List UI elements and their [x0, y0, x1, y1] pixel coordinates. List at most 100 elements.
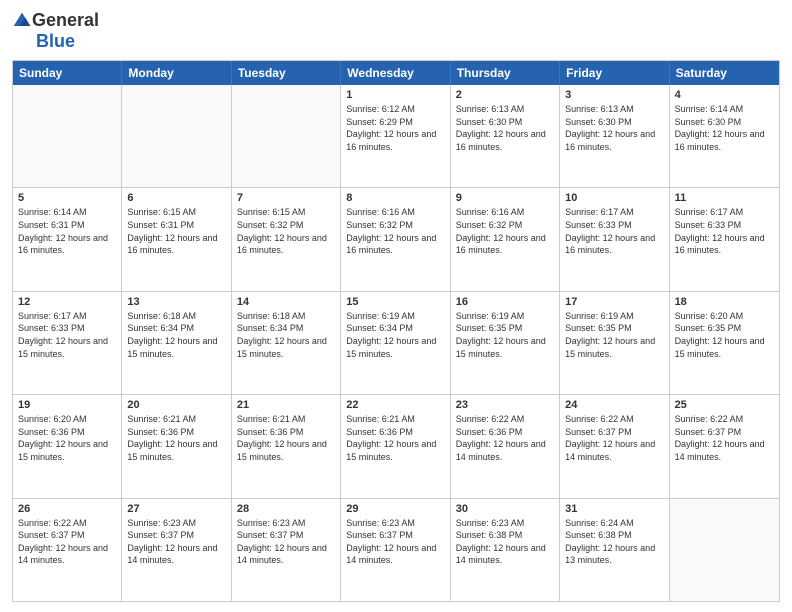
page: General Blue SundayMondayTuesdayWednesda… — [0, 0, 792, 612]
cal-week-5: 26 Sunrise: 6:22 AMSunset: 6:37 PMDayligh… — [13, 499, 779, 601]
day-info: Sunrise: 6:21 AMSunset: 6:36 PMDaylight:… — [346, 413, 444, 463]
cal-cell: 31 Sunrise: 6:24 AMSunset: 6:38 PMDayligh… — [560, 499, 669, 601]
cal-header-wednesday: Wednesday — [341, 61, 450, 85]
day-info: Sunrise: 6:13 AMSunset: 6:30 PMDaylight:… — [565, 103, 663, 153]
cal-header-tuesday: Tuesday — [232, 61, 341, 85]
day-info: Sunrise: 6:22 AMSunset: 6:36 PMDaylight:… — [456, 413, 554, 463]
day-info: Sunrise: 6:22 AMSunset: 6:37 PMDaylight:… — [18, 517, 116, 567]
cal-cell: 20Sunrise: 6:21 AMSunset: 6:36 PMDayligh… — [122, 395, 231, 497]
day-number: 11 — [675, 192, 774, 204]
day-info: Sunrise: 6:23 AMSunset: 6:37 PMDaylight:… — [127, 517, 225, 567]
day-number: 23 — [456, 399, 554, 411]
day-number: 30 — [456, 503, 554, 515]
cal-cell: 26 Sunrise: 6:22 AMSunset: 6:37 PMDayligh… — [13, 499, 122, 601]
day-info: Sunrise: 6:19 AMSunset: 6:35 PMDaylight:… — [456, 310, 554, 360]
cal-cell: 23 Sunrise: 6:22 AMSunset: 6:36 PMDayligh… — [451, 395, 560, 497]
day-number: 8 — [346, 192, 444, 204]
cal-cell: 22 Sunrise: 6:21 AMSunset: 6:36 PMDayligh… — [341, 395, 450, 497]
day-info: Sunrise: 6:19 AMSunset: 6:35 PMDaylight:… — [565, 310, 663, 360]
cal-cell: 1 Sunrise: 6:12 AMSunset: 6:29 PMDaylight… — [341, 85, 450, 187]
day-number: 1 — [346, 89, 444, 101]
day-number: 19 — [18, 399, 116, 411]
cal-cell: 4Sunrise: 6:14 AMSunset: 6:30 PMDaylight… — [670, 85, 779, 187]
day-info: Sunrise: 6:18 AMSunset: 6:34 PMDaylight:… — [237, 310, 335, 360]
day-info: Sunrise: 6:23 AMSunset: 6:37 PMDaylight:… — [346, 517, 444, 567]
cal-header-friday: Friday — [560, 61, 669, 85]
day-info: Sunrise: 6:22 AMSunset: 6:37 PMDaylight:… — [565, 413, 663, 463]
day-number: 29 — [346, 503, 444, 515]
day-info: Sunrise: 6:14 AMSunset: 6:31 PMDaylight:… — [18, 206, 116, 256]
cal-cell: 12 Sunrise: 6:17 AMSunset: 6:33 PMDayligh… — [13, 292, 122, 394]
cal-cell — [13, 85, 122, 187]
day-number: 16 — [456, 296, 554, 308]
day-number: 12 — [18, 296, 116, 308]
cal-cell: 7Sunrise: 6:15 AMSunset: 6:32 PMDaylight… — [232, 188, 341, 290]
cal-week-1: 1 Sunrise: 6:12 AMSunset: 6:29 PMDaylight… — [13, 85, 779, 188]
cal-cell — [232, 85, 341, 187]
cal-header-thursday: Thursday — [451, 61, 560, 85]
logo-general: General — [32, 10, 99, 31]
day-info: Sunrise: 6:16 AMSunset: 6:32 PMDaylight:… — [346, 206, 444, 256]
cal-cell: 2 Sunrise: 6:13 AMSunset: 6:30 PMDaylight… — [451, 85, 560, 187]
day-number: 13 — [127, 296, 225, 308]
day-info: Sunrise: 6:24 AMSunset: 6:38 PMDaylight:… — [565, 517, 663, 567]
day-info: Sunrise: 6:15 AMSunset: 6:31 PMDaylight:… — [127, 206, 225, 256]
day-number: 5 — [18, 192, 116, 204]
cal-cell: 15 Sunrise: 6:19 AMSunset: 6:34 PMDayligh… — [341, 292, 450, 394]
cal-cell: 29 Sunrise: 6:23 AMSunset: 6:37 PMDayligh… — [341, 499, 450, 601]
cal-cell: 13 Sunrise: 6:18 AMSunset: 6:34 PMDayligh… — [122, 292, 231, 394]
cal-cell: 6Sunrise: 6:15 AMSunset: 6:31 PMDaylight… — [122, 188, 231, 290]
day-number: 22 — [346, 399, 444, 411]
day-info: Sunrise: 6:21 AMSunset: 6:36 PMDaylight:… — [237, 413, 335, 463]
day-number: 2 — [456, 89, 554, 101]
day-number: 27 — [127, 503, 225, 515]
day-info: Sunrise: 6:13 AMSunset: 6:30 PMDaylight:… — [456, 103, 554, 153]
cal-week-3: 12 Sunrise: 6:17 AMSunset: 6:33 PMDayligh… — [13, 292, 779, 395]
day-info: Sunrise: 6:23 AMSunset: 6:38 PMDaylight:… — [456, 517, 554, 567]
header: General Blue — [12, 10, 780, 52]
cal-header-sunday: Sunday — [13, 61, 122, 85]
day-number: 26 — [18, 503, 116, 515]
day-number: 15 — [346, 296, 444, 308]
cal-cell: 30 Sunrise: 6:23 AMSunset: 6:38 PMDayligh… — [451, 499, 560, 601]
cal-cell: 18Sunrise: 6:20 AMSunset: 6:35 PMDayligh… — [670, 292, 779, 394]
cal-cell: 8 Sunrise: 6:16 AMSunset: 6:32 PMDaylight… — [341, 188, 450, 290]
day-info: Sunrise: 6:16 AMSunset: 6:32 PMDaylight:… — [456, 206, 554, 256]
day-info: Sunrise: 6:21 AMSunset: 6:36 PMDaylight:… — [127, 413, 225, 463]
day-info: Sunrise: 6:17 AMSunset: 6:33 PMDaylight:… — [18, 310, 116, 360]
day-info: Sunrise: 6:19 AMSunset: 6:34 PMDaylight:… — [346, 310, 444, 360]
day-info: Sunrise: 6:12 AMSunset: 6:29 PMDaylight:… — [346, 103, 444, 153]
day-info: Sunrise: 6:22 AMSunset: 6:37 PMDaylight:… — [675, 413, 774, 463]
cal-cell — [670, 499, 779, 601]
cal-week-2: 5 Sunrise: 6:14 AMSunset: 6:31 PMDaylight… — [13, 188, 779, 291]
day-number: 14 — [237, 296, 335, 308]
cal-header-monday: Monday — [122, 61, 231, 85]
day-info: Sunrise: 6:14 AMSunset: 6:30 PMDaylight:… — [675, 103, 774, 153]
cal-cell: 24Sunrise: 6:22 AMSunset: 6:37 PMDayligh… — [560, 395, 669, 497]
day-number: 28 — [237, 503, 335, 515]
cal-cell: 16 Sunrise: 6:19 AMSunset: 6:35 PMDayligh… — [451, 292, 560, 394]
day-number: 3 — [565, 89, 663, 101]
cal-cell: 27 Sunrise: 6:23 AMSunset: 6:37 PMDayligh… — [122, 499, 231, 601]
cal-cell: 19Sunrise: 6:20 AMSunset: 6:36 PMDayligh… — [13, 395, 122, 497]
day-number: 9 — [456, 192, 554, 204]
day-info: Sunrise: 6:17 AMSunset: 6:33 PMDaylight:… — [565, 206, 663, 256]
day-info: Sunrise: 6:18 AMSunset: 6:34 PMDaylight:… — [127, 310, 225, 360]
calendar-body: 1 Sunrise: 6:12 AMSunset: 6:29 PMDaylight… — [13, 85, 779, 601]
cal-cell: 9 Sunrise: 6:16 AMSunset: 6:32 PMDaylight… — [451, 188, 560, 290]
cal-header-saturday: Saturday — [670, 61, 779, 85]
day-number: 10 — [565, 192, 663, 204]
cal-cell — [122, 85, 231, 187]
day-number: 18 — [675, 296, 774, 308]
cal-cell: 28Sunrise: 6:23 AMSunset: 6:37 PMDayligh… — [232, 499, 341, 601]
day-number: 7 — [237, 192, 335, 204]
logo: General Blue — [12, 10, 99, 52]
day-number: 31 — [565, 503, 663, 515]
cal-cell: 21 Sunrise: 6:21 AMSunset: 6:36 PMDayligh… — [232, 395, 341, 497]
cal-cell: 10 Sunrise: 6:17 AMSunset: 6:33 PMDayligh… — [560, 188, 669, 290]
cal-cell: 5 Sunrise: 6:14 AMSunset: 6:31 PMDaylight… — [13, 188, 122, 290]
cal-cell: 14 Sunrise: 6:18 AMSunset: 6:34 PMDayligh… — [232, 292, 341, 394]
day-number: 21 — [237, 399, 335, 411]
cal-cell: 17Sunrise: 6:19 AMSunset: 6:35 PMDayligh… — [560, 292, 669, 394]
logo-blue: Blue — [36, 31, 75, 52]
